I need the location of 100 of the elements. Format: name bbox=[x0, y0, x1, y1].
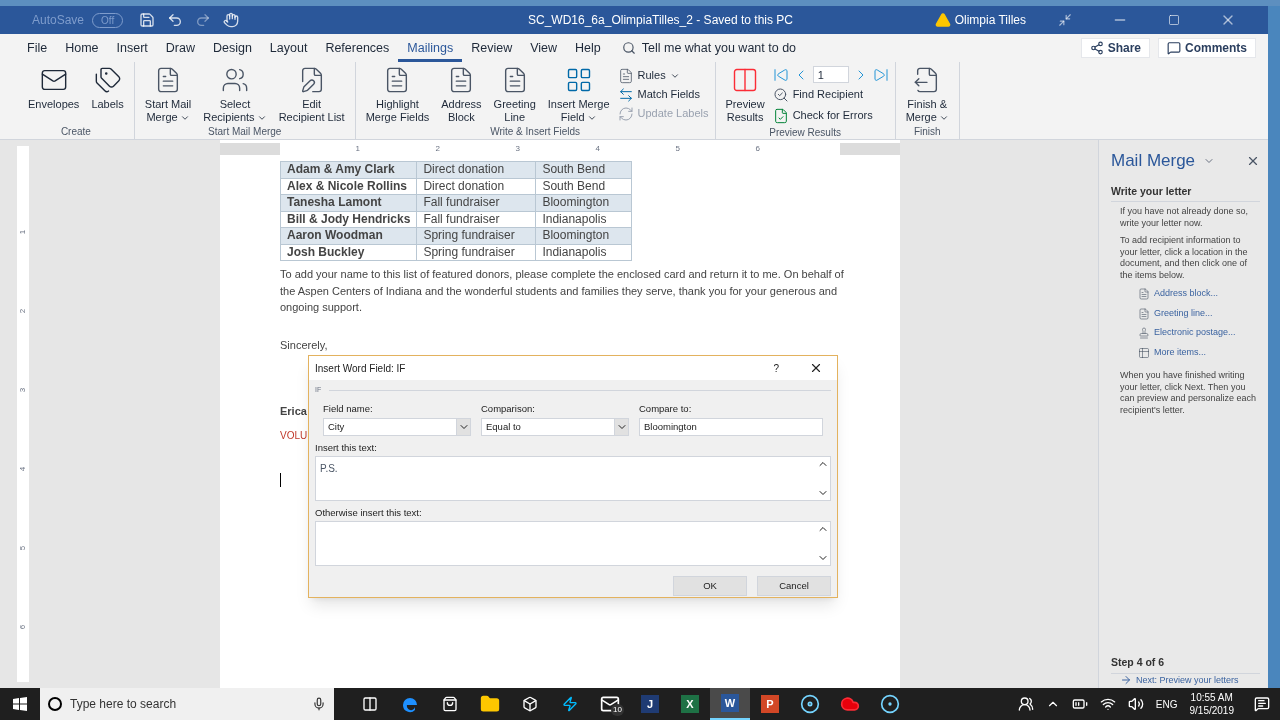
taskbar-button[interactable]: 10 bbox=[590, 688, 630, 720]
ribbon-button[interactable]: Start Mail Merge bbox=[140, 62, 196, 124]
folder-icon bbox=[480, 694, 500, 714]
closing-text: Sincerely, bbox=[280, 337, 328, 352]
ribbon-tab[interactable]: References bbox=[316, 34, 399, 62]
ruler-number: 3 bbox=[514, 143, 520, 155]
record-field[interactable]: 1 bbox=[812, 66, 849, 83]
ruler-number: 4 bbox=[594, 143, 600, 155]
comments-button[interactable]: Comments bbox=[1158, 38, 1256, 58]
ribbon-tab[interactable]: View bbox=[521, 34, 567, 62]
field-name-select[interactable]: City bbox=[323, 417, 471, 436]
pane-link[interactable]: Electronic postage... bbox=[1138, 326, 1260, 340]
volume-icon[interactable] bbox=[1127, 696, 1144, 712]
ribbon-tab[interactable]: Draw bbox=[156, 34, 204, 62]
table-cell: Indianapolis bbox=[535, 244, 632, 261]
tell-me-field[interactable]: Tell me what you want to do bbox=[641, 38, 797, 58]
taskbar-button[interactable]: P bbox=[750, 688, 790, 720]
maximize-icon[interactable] bbox=[1168, 14, 1180, 26]
pane-heading: Write your letter bbox=[1111, 183, 1260, 203]
ribbon-button[interactable]: Preview Results bbox=[721, 62, 769, 124]
table-cell: Bill & Jody Hendricks bbox=[280, 211, 417, 228]
ribbon-button[interactable]: Rules bbox=[617, 66, 709, 85]
group-label: Preview Results bbox=[768, 126, 842, 140]
ribbon-button[interactable]: Match Fields bbox=[617, 85, 709, 104]
count-badge: 10 bbox=[611, 704, 624, 716]
app-icon: W bbox=[721, 694, 739, 712]
search-box[interactable]: Type here to search bbox=[40, 688, 334, 720]
people-icon[interactable] bbox=[1017, 696, 1034, 712]
ribbon-tab[interactable]: Help bbox=[566, 34, 610, 62]
ribbon-tab[interactable]: Layout bbox=[260, 34, 317, 62]
windows-logo-icon[interactable] bbox=[13, 697, 27, 711]
group-label: Create bbox=[59, 125, 92, 139]
close-icon[interactable] bbox=[809, 361, 823, 375]
body-paragraph: To add your name to this list of featured donors, please complete the enclosed card and return it to me. On behalf of the Aspen Centers of Indiana and the wonderful students and families they serve, thank you for your generous and ongoing support. bbox=[280, 267, 845, 315]
comment-icon bbox=[1167, 41, 1181, 55]
notifications-icon[interactable] bbox=[1254, 696, 1270, 712]
insert-text-area[interactable]: P.S. bbox=[315, 456, 831, 501]
table-cell: Alex & Nicole Rollins bbox=[280, 178, 417, 195]
touch-icon[interactable] bbox=[223, 12, 240, 28]
step-label: Step 4 of 6 bbox=[1111, 654, 1260, 674]
pane-link[interactable]: Address block... bbox=[1138, 287, 1260, 301]
taskbar-button[interactable]: X bbox=[670, 688, 710, 720]
taskbar-button[interactable]: J bbox=[630, 688, 670, 720]
ruler-number: 2 bbox=[17, 308, 28, 314]
share-button[interactable]: Share bbox=[1080, 38, 1150, 58]
ribbon-button[interactable]: Finish & Merge bbox=[901, 62, 953, 124]
pane-link[interactable]: Greeting line... bbox=[1138, 306, 1260, 321]
ribbon-button[interactable]: Insert Merge Field bbox=[543, 62, 614, 124]
pane-link[interactable]: More items... bbox=[1138, 345, 1260, 360]
user-name: Olimpia Tilles bbox=[954, 12, 1026, 29]
table-cell: Adam & Amy Clark bbox=[280, 161, 417, 178]
ribbon-button[interactable]: Edit Recipient List bbox=[274, 62, 349, 124]
pane-text: When you have finished writing your letter, click Next. Then you can preview and personalize each recipient's letter. bbox=[1119, 370, 1258, 417]
dialog-title: Insert Word Field: IF bbox=[315, 361, 406, 376]
ribbon-tab[interactable]: Home bbox=[56, 34, 108, 62]
battery-icon[interactable] bbox=[1071, 696, 1088, 712]
bolt-icon bbox=[562, 696, 578, 712]
stamp-icon bbox=[1138, 327, 1150, 339]
search-placeholder: Type here to search bbox=[70, 696, 177, 713]
table-cell: Spring fundraiser bbox=[416, 244, 536, 261]
table-cell: Bloomington bbox=[535, 227, 632, 244]
ribbon-button[interactable]: Select Recipients bbox=[199, 62, 271, 124]
undo-icon[interactable] bbox=[167, 12, 184, 28]
redo-icon[interactable] bbox=[195, 12, 212, 28]
comparison-select[interactable]: Equal to bbox=[481, 417, 629, 436]
save-icon[interactable] bbox=[139, 12, 156, 28]
cancel-button[interactable]: Cancel bbox=[757, 576, 831, 597]
wifi-icon[interactable] bbox=[1099, 696, 1116, 712]
ribbon-button[interactable]: Highlight Merge Fields bbox=[361, 62, 434, 124]
ribbon-display-icon[interactable] bbox=[1058, 13, 1072, 27]
next-link[interactable]: Next: Preview your letters bbox=[1111, 673, 1260, 687]
ring-icon bbox=[880, 694, 900, 714]
taskbar-button[interactable]: W bbox=[710, 688, 750, 720]
arrow-icon bbox=[1120, 674, 1132, 687]
app-icon: X bbox=[681, 695, 699, 713]
ribbon-tab[interactable]: Review bbox=[462, 34, 522, 62]
signer-name: Erica bbox=[280, 403, 307, 418]
compare-to-field[interactable]: Bloomington bbox=[639, 417, 823, 436]
ribbon-tab[interactable]: File bbox=[18, 34, 57, 62]
field-label: Comparison: bbox=[481, 401, 536, 416]
pane-text: If you have not already done so, write your letter now. bbox=[1119, 206, 1250, 230]
ribbon-button[interactable]: Labels bbox=[87, 62, 128, 124]
table-cell: Fall fundraiser bbox=[416, 194, 536, 211]
ribbon-button[interactable]: Check for Errors bbox=[772, 106, 889, 125]
ribbon-tab[interactable]: Design bbox=[203, 34, 261, 62]
ruler-number: 1 bbox=[354, 143, 360, 155]
language-indicator[interactable]: ENG bbox=[1155, 696, 1178, 712]
table-cell: Aaron Woodman bbox=[280, 227, 417, 244]
ribbon-button[interactable]: Envelopes bbox=[24, 62, 84, 124]
ribbon-button[interactable]: Greeting Line bbox=[489, 62, 540, 124]
field-label: Compare to: bbox=[639, 401, 693, 416]
ruler-number: 1 bbox=[17, 229, 28, 235]
ribbon-tab[interactable]: Insert bbox=[107, 34, 157, 62]
ribbon-button[interactable]: Address Block bbox=[437, 62, 486, 124]
ribbon-button[interactable]: Find Recipient bbox=[772, 85, 889, 104]
ok-button[interactable]: OK bbox=[673, 576, 747, 597]
search-icon bbox=[772, 86, 789, 103]
box-icon bbox=[522, 696, 538, 712]
help-button[interactable]: ? bbox=[773, 360, 779, 376]
text-cursor bbox=[280, 472, 281, 487]
